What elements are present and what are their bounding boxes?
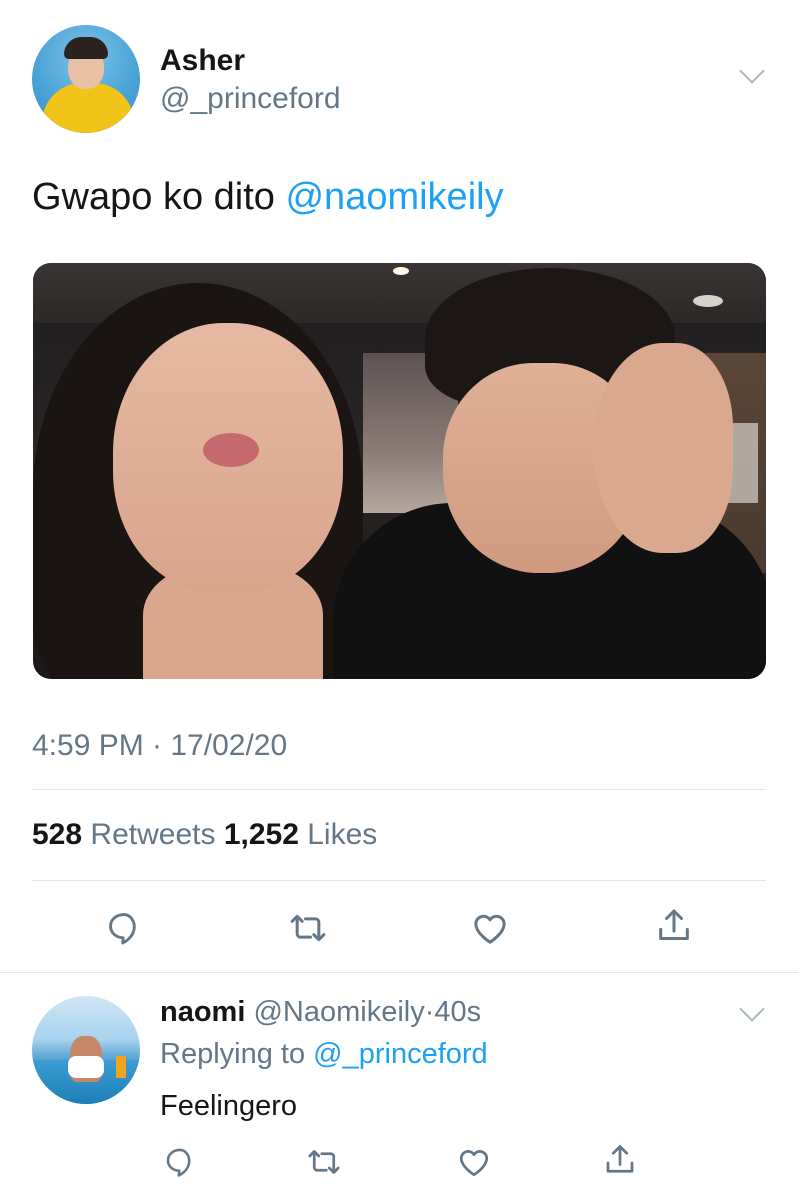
photo-light — [693, 295, 723, 307]
reply-reply-button[interactable] — [158, 1140, 202, 1184]
share-button[interactable] — [650, 902, 698, 950]
author-display-name[interactable]: Asher — [160, 44, 245, 78]
replying-to-handle[interactable]: @_princeford — [313, 1038, 488, 1070]
retweets-count: 528 — [32, 818, 83, 851]
share-icon — [606, 1145, 634, 1173]
tweet-text: Gwapo ko dito @naomikeily — [32, 176, 504, 219]
divider — [0, 972, 798, 973]
likes-count: 1,252 — [223, 818, 299, 851]
reply-retweet-button[interactable] — [302, 1140, 346, 1184]
likes-label: Likes — [307, 818, 378, 851]
photo-lips — [203, 433, 259, 467]
tweet-timestamp[interactable]: 4:59 PM · 17/02/20 — [32, 729, 287, 763]
like-button[interactable] — [466, 904, 514, 952]
tweet-text-body: Gwapo ko dito — [32, 176, 286, 218]
photo-light — [393, 267, 409, 275]
photo-hand-right — [593, 343, 733, 553]
replying-to-label: Replying to — [160, 1038, 314, 1070]
mention-link[interactable]: @naomikeily — [285, 176, 503, 218]
likes-stat[interactable]: 1,252 Likes — [224, 818, 377, 851]
divider — [32, 880, 766, 881]
retweets-stat[interactable]: 528 Retweets — [32, 818, 215, 851]
tweet-photo[interactable] — [33, 263, 766, 679]
reply-author-line: naomi @Naomikeily·40s — [160, 996, 481, 1029]
chevron-down-icon[interactable] — [739, 58, 765, 84]
reply-button[interactable] — [100, 904, 148, 952]
reply-author-avatar[interactable] — [32, 996, 140, 1104]
reply-author-handle[interactable]: @Naomikeily — [253, 996, 424, 1028]
retweet-icon — [308, 1150, 340, 1174]
divider — [32, 789, 766, 790]
avatar-hair — [64, 37, 108, 59]
author-avatar[interactable] — [32, 25, 140, 133]
retweets-label: Retweets — [90, 818, 216, 851]
reply-icon — [166, 1148, 191, 1177]
reply-separator: · — [424, 996, 435, 1028]
replying-to: Replying to @_princeford — [160, 1038, 488, 1071]
like-icon — [474, 914, 506, 944]
reply-share-button[interactable] — [598, 1138, 642, 1182]
reply-author-display-name[interactable]: naomi — [160, 996, 245, 1028]
author-handle[interactable]: @_princeford — [160, 82, 341, 116]
retweet-button[interactable] — [284, 904, 332, 952]
like-icon — [459, 1150, 489, 1177]
avatar-shirt — [42, 83, 134, 133]
reply-text: Feelingero — [160, 1090, 298, 1122]
reply-time[interactable]: 40s — [434, 996, 481, 1028]
chevron-down-icon[interactable] — [739, 996, 765, 1022]
share-icon — [659, 909, 689, 940]
reply-like-button[interactable] — [452, 1140, 496, 1184]
avatar-top — [68, 1056, 104, 1078]
avatar-drink — [116, 1056, 126, 1078]
tweet-stats: 528 Retweets 1,252 Likes — [32, 818, 377, 852]
retweet-icon — [290, 914, 326, 942]
reply-icon — [109, 913, 136, 945]
